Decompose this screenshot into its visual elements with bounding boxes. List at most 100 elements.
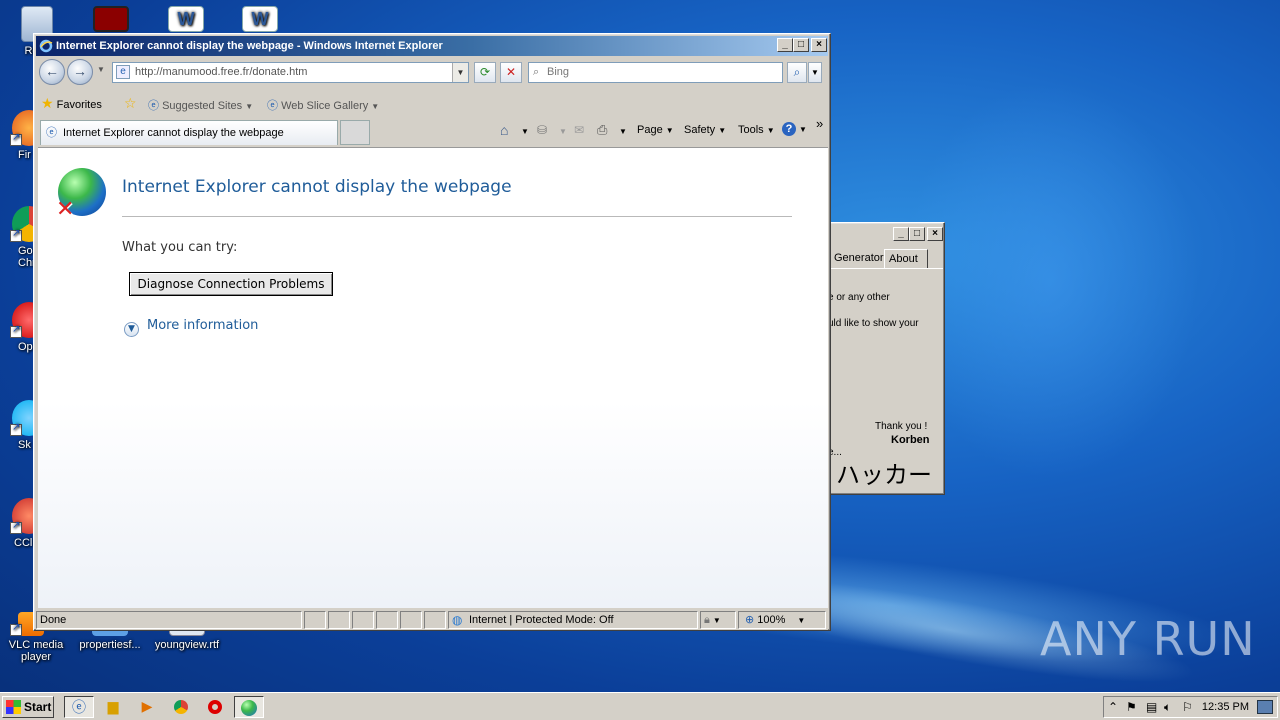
taskbar-media-player-button[interactable]: ▶ — [132, 696, 162, 718]
search-go-button[interactable]: ⌕ — [787, 62, 807, 83]
refresh-button[interactable]: ⟳ — [474, 62, 496, 83]
browser-tab[interactable]: ⓔ Internet Explorer cannot display the w… — [40, 120, 338, 145]
safety-menu[interactable]: Safety ▼ — [684, 124, 726, 136]
address-bar[interactable]: e http://manumood.free.fr/donate.htm ▼ — [112, 62, 469, 83]
chevron-down-icon[interactable]: ▼ — [559, 127, 567, 136]
more-information-link[interactable]: ▼ More information — [124, 318, 258, 337]
taskbar-explorer-button[interactable]: ▆ — [98, 696, 128, 718]
ie-logo-icon — [39, 39, 53, 53]
shortcut-arrow-icon — [10, 324, 22, 338]
feeds-icon[interactable]: ⛁ — [537, 123, 547, 137]
tab-generator[interactable]: Generator — [830, 249, 884, 269]
recent-pages-dropdown-icon[interactable]: ▼ — [97, 65, 105, 74]
status-text: Done — [36, 611, 302, 629]
network-icon[interactable]: ▤ — [1146, 700, 1157, 714]
stop-button[interactable]: ✕ — [500, 62, 522, 83]
taskbar-ie-button[interactable]: ⓔ — [64, 696, 94, 718]
back-button[interactable]: ← — [39, 59, 65, 85]
show-desktop-button[interactable] — [1257, 700, 1273, 714]
read-mail-icon[interactable]: ✉ — [574, 123, 584, 137]
word-document-icon: W — [168, 6, 204, 32]
diagnose-connection-button[interactable]: Diagnose Connection Problems — [129, 272, 333, 296]
status-pane — [376, 611, 398, 629]
favorites-star-icon: ★ — [41, 95, 54, 111]
forward-button[interactable]: → — [67, 59, 93, 85]
help-menu[interactable]: ? ▼ — [782, 122, 807, 136]
security-zone[interactable]: ◍ Internet | Protected Mode: Off — [448, 611, 698, 629]
about-text-line: uld like to show your — [828, 318, 919, 329]
status-pane — [352, 611, 374, 629]
generator-window-titlebar[interactable] — [832, 225, 942, 243]
tab-about[interactable]: About — [884, 249, 928, 269]
close-button[interactable]: × — [927, 227, 943, 241]
chevron-down-icon: ▼ — [718, 126, 727, 135]
minimize-button[interactable]: _ — [893, 227, 909, 241]
anyrun-watermark: ANY RUN — [1040, 612, 1256, 666]
page-icon: e — [116, 65, 130, 79]
generator-window[interactable]: _ □ × Generator About e or any other uld… — [828, 222, 945, 495]
print-icon[interactable]: ⎙ — [597, 122, 607, 138]
start-button[interactable]: Start — [2, 696, 54, 718]
folder-icon: ▆ — [107, 698, 119, 714]
zoom-icon: ⊕ — [745, 614, 755, 626]
flag-icon[interactable]: ⚐ — [1182, 700, 1193, 714]
page-menu[interactable]: Page ▼ — [637, 124, 674, 136]
show-hidden-icons-chevron[interactable]: ⌃ — [1108, 700, 1118, 714]
desktop-icon-skype[interactable]: Sk — [0, 400, 46, 451]
desktop-icon-firefox[interactable]: Fir — [0, 110, 46, 161]
ie-window[interactable]: Internet Explorer cannot display the web… — [33, 33, 831, 631]
volume-icon[interactable]: 🔈︎ — [1164, 700, 1171, 715]
taskbar-generator-button[interactable] — [234, 696, 264, 718]
thank-you-text: Thank you ! — [875, 421, 928, 432]
add-favorites-button[interactable]: ☆ — [124, 95, 137, 112]
status-pane — [304, 611, 326, 629]
action-center-icon[interactable]: ⚑ — [1126, 700, 1137, 714]
clock[interactable]: 12:35 PM — [1202, 701, 1249, 713]
shortcut-arrow-icon — [10, 622, 22, 636]
minimize-button[interactable]: _ — [777, 38, 793, 52]
maximize-button[interactable]: □ — [793, 38, 809, 52]
shortcut-arrow-icon — [10, 228, 22, 242]
desktop-icon-word-doc-2[interactable]: W — [237, 6, 283, 35]
favorites-button[interactable]: ★ Favorites — [41, 95, 102, 112]
system-tray: ⌃ ⚑ ▤ 🔈︎ ⚐ 12:35 PM — [1103, 696, 1278, 718]
protected-mode-dropdown[interactable]: 🔒︎ ▼ — [700, 611, 736, 629]
windows-logo-icon — [6, 700, 21, 714]
expand-chevron-icon: ▼ — [124, 322, 139, 337]
what-you-can-try-label: What you can try: — [122, 240, 238, 255]
tools-menu[interactable]: Tools ▼ — [738, 124, 775, 136]
desktop-icon-pdf[interactable] — [90, 6, 132, 35]
search-input[interactable]: Bing — [547, 66, 569, 78]
globe-icon — [241, 700, 257, 717]
taskbar-chrome-button[interactable] — [166, 696, 196, 718]
add-favorite-icon: ☆ — [124, 95, 137, 111]
chevron-down-icon: ▼ — [797, 616, 806, 625]
chevron-down-icon: ▼ — [245, 102, 254, 111]
status-pane — [400, 611, 422, 629]
close-button[interactable]: × — [811, 38, 827, 52]
desktop-icon-opera[interactable]: Op — [0, 302, 46, 353]
home-icon[interactable]: ⌂ — [500, 122, 508, 138]
status-pane — [424, 611, 446, 629]
chevron-down-icon[interactable]: ▼ — [619, 127, 627, 136]
author-name: Korben — [891, 434, 930, 446]
desktop-icon-ccleaner[interactable]: CCl — [0, 498, 46, 549]
address-dropdown-button[interactable]: ▼ — [452, 63, 468, 82]
suggested-sites-link[interactable]: ⓔ Suggested Sites ▼ — [148, 97, 253, 113]
maximize-button[interactable]: □ — [909, 227, 925, 241]
ie-titlebar[interactable]: Internet Explorer cannot display the web… — [36, 36, 828, 56]
address-input[interactable]: http://manumood.free.fr/donate.htm — [135, 66, 307, 78]
search-options-dropdown[interactable]: ▼ — [808, 62, 822, 83]
zoom-control[interactable]: ⊕ 100% ▼ — [738, 611, 826, 629]
web-slice-gallery-link[interactable]: ⓔ Web Slice Gallery ▼ — [267, 97, 379, 113]
ie-page-icon: ⓔ — [148, 100, 159, 112]
search-box[interactable]: ⌕ Bing — [528, 62, 783, 83]
shortcut-arrow-icon — [10, 132, 22, 146]
taskbar-opera-button[interactable] — [200, 696, 230, 718]
more-commands-chevron[interactable]: » — [816, 116, 823, 131]
chevron-down-icon[interactable]: ▼ — [521, 127, 529, 136]
desktop-icon-word-doc-1[interactable]: W — [163, 6, 209, 35]
word-document-icon: W — [242, 6, 278, 32]
new-tab-button[interactable] — [340, 120, 370, 145]
desktop-icon-chrome[interactable]: Go Chr — [0, 206, 46, 269]
